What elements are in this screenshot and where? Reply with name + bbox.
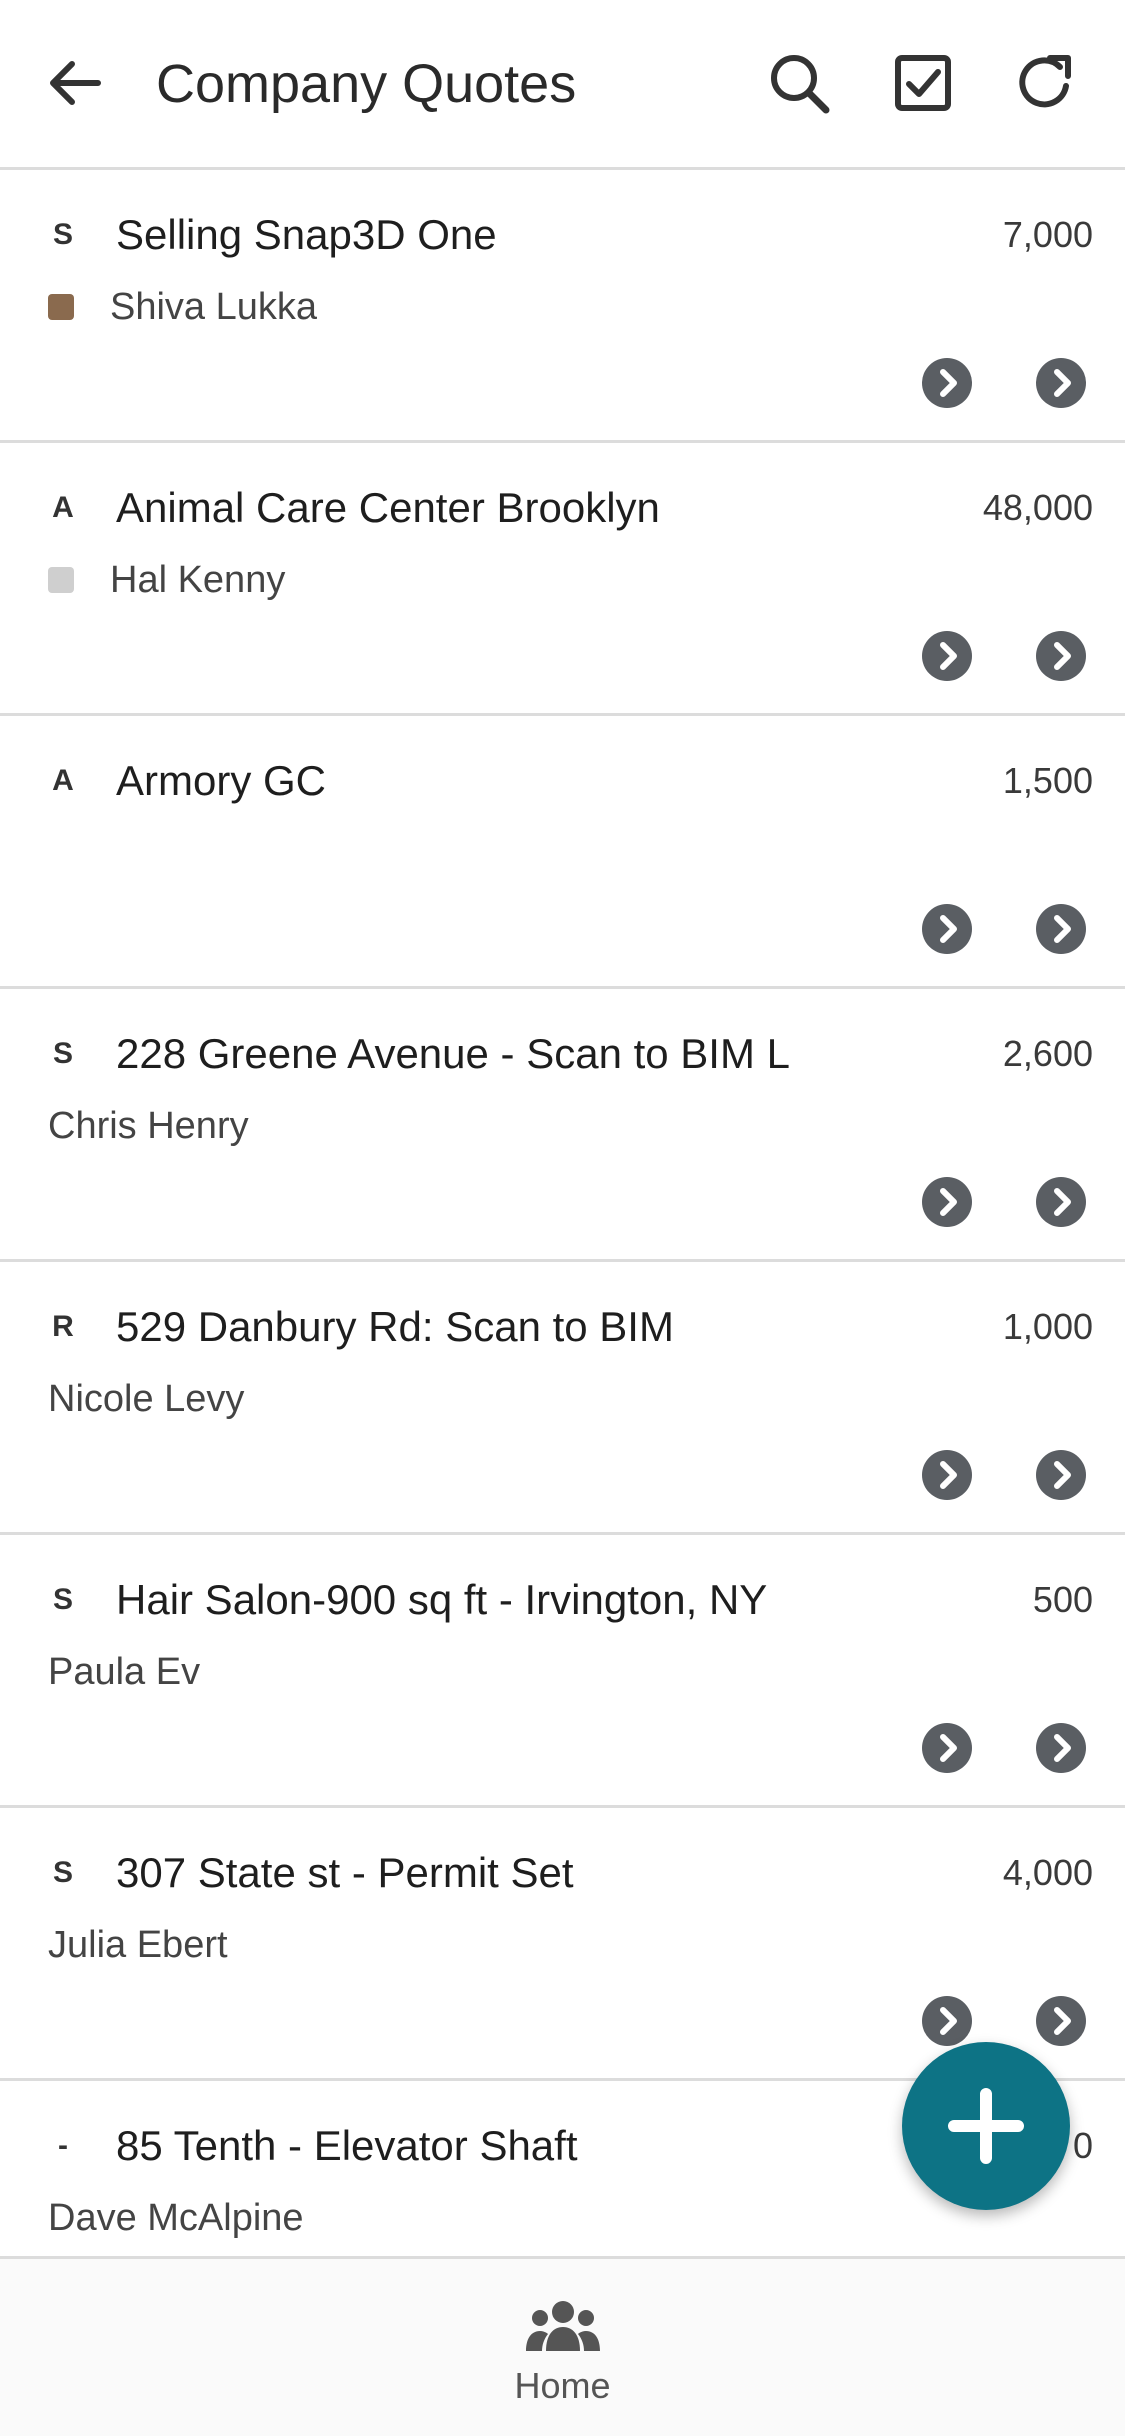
contact-name: Chris Henry: [48, 1105, 249, 1147]
quote-name: Armory GC: [116, 757, 326, 804]
checkbox-icon[interactable]: [888, 48, 958, 118]
quote-amount: 48,000: [982, 487, 1093, 528]
nav-home-label[interactable]: Home: [0, 2365, 1125, 2407]
chevron-right-icon[interactable]: [1036, 1450, 1086, 1500]
quote-row[interactable]: S 228 Greene Avenue - Scan to BIM L 2,600 C…: [0, 989, 1125, 1262]
chevron-right-icon[interactable]: [1036, 358, 1086, 408]
contact-avatar: [48, 567, 74, 593]
company-logo: A: [52, 764, 74, 797]
chevron-right-icon[interactable]: [1036, 1723, 1086, 1773]
chevron-right-icon[interactable]: [922, 1177, 972, 1227]
company-logo: R: [52, 1310, 74, 1343]
quote-row[interactable]: S 307 State st - Permit Set 4,000 Julia Ebe…: [0, 1808, 1125, 2081]
chevron-right-icon[interactable]: [922, 631, 972, 681]
company-logo: S: [52, 218, 73, 251]
add-quote-button[interactable]: [902, 2042, 1070, 2210]
quotes-list[interactable]: S Selling Snap3D One 7,000 Shiva Lukka A Anim…: [0, 170, 1125, 2256]
chevron-right-icon[interactable]: [922, 1723, 972, 1773]
quote-amount: 4,000: [1002, 1852, 1093, 1893]
quote-amount: 2,600: [1002, 1033, 1093, 1074]
quote-name: 85 Tenth - Elevator Shaft: [116, 2122, 578, 2169]
chevron-right-icon[interactable]: [1036, 1177, 1086, 1227]
quote-name: Hair Salon-900 sq ft - Irvington, NY: [116, 1576, 768, 1623]
contact-name: Shiva Lukka: [110, 286, 318, 328]
quote-row[interactable]: S Selling Snap3D One 7,000 Shiva Lukka: [0, 170, 1125, 443]
chevron-right-icon[interactable]: [922, 358, 972, 408]
company-logo: S: [52, 1583, 73, 1616]
quote-amount: 500: [1032, 1579, 1093, 1620]
chevron-right-icon[interactable]: [1036, 631, 1086, 681]
contact-name: Nicole Levy: [48, 1378, 245, 1420]
contact-avatar: [48, 294, 74, 320]
search-icon[interactable]: [764, 48, 834, 118]
contact-name: Julia Ebert: [48, 1924, 228, 1966]
people-icon[interactable]: [526, 2299, 600, 2353]
quote-amount: 0: [1072, 2125, 1093, 2166]
quote-amount: 7,000: [1002, 214, 1093, 255]
chevron-right-icon[interactable]: [922, 1996, 972, 2046]
contact-name: Hal Kenny: [110, 559, 286, 601]
company-logo: -: [58, 2129, 68, 2162]
quote-row[interactable]: A Animal Care Center Brooklyn 48,000 Hal Ke…: [0, 443, 1125, 716]
quote-amount: 1,000: [1002, 1306, 1093, 1347]
refresh-icon[interactable]: [1010, 48, 1080, 118]
page-title: Company Quotes: [156, 54, 577, 114]
chevron-right-icon[interactable]: [922, 1450, 972, 1500]
quote-name: Animal Care Center Brooklyn: [116, 484, 660, 531]
quote-name: 529 Danbury Rd: Scan to BIM: [116, 1303, 674, 1350]
company-logo: S: [52, 1037, 73, 1070]
quote-name: Selling Snap3D One: [116, 211, 497, 258]
app-bar: Company Quotes: [0, 0, 1125, 170]
chevron-right-icon[interactable]: [1036, 904, 1086, 954]
company-logo: S: [52, 1856, 73, 1889]
company-logo: A: [52, 491, 74, 524]
quote-row[interactable]: A Armory GC 1,500: [0, 716, 1125, 989]
back-arrow-icon[interactable]: [40, 48, 110, 118]
chevron-right-icon[interactable]: [1036, 1996, 1086, 2046]
quote-name: 307 State st - Permit Set: [116, 1849, 574, 1896]
quote-amount: 1,500: [1002, 760, 1093, 801]
quote-row[interactable]: R 529 Danbury Rd: Scan to BIM 1,000 Nicole …: [0, 1262, 1125, 1535]
quote-name: 228 Greene Avenue - Scan to BIM L: [116, 1030, 790, 1077]
contact-name: Paula Ev: [48, 1651, 201, 1693]
quote-row[interactable]: S Hair Salon-900 sq ft - Irvington, NY 500…: [0, 1535, 1125, 1808]
bottom-navigation: Home: [0, 2256, 1125, 2436]
plus-icon: [948, 2088, 1024, 2164]
chevron-right-icon[interactable]: [922, 904, 972, 954]
contact-name: Dave McAlpine: [48, 2197, 304, 2239]
